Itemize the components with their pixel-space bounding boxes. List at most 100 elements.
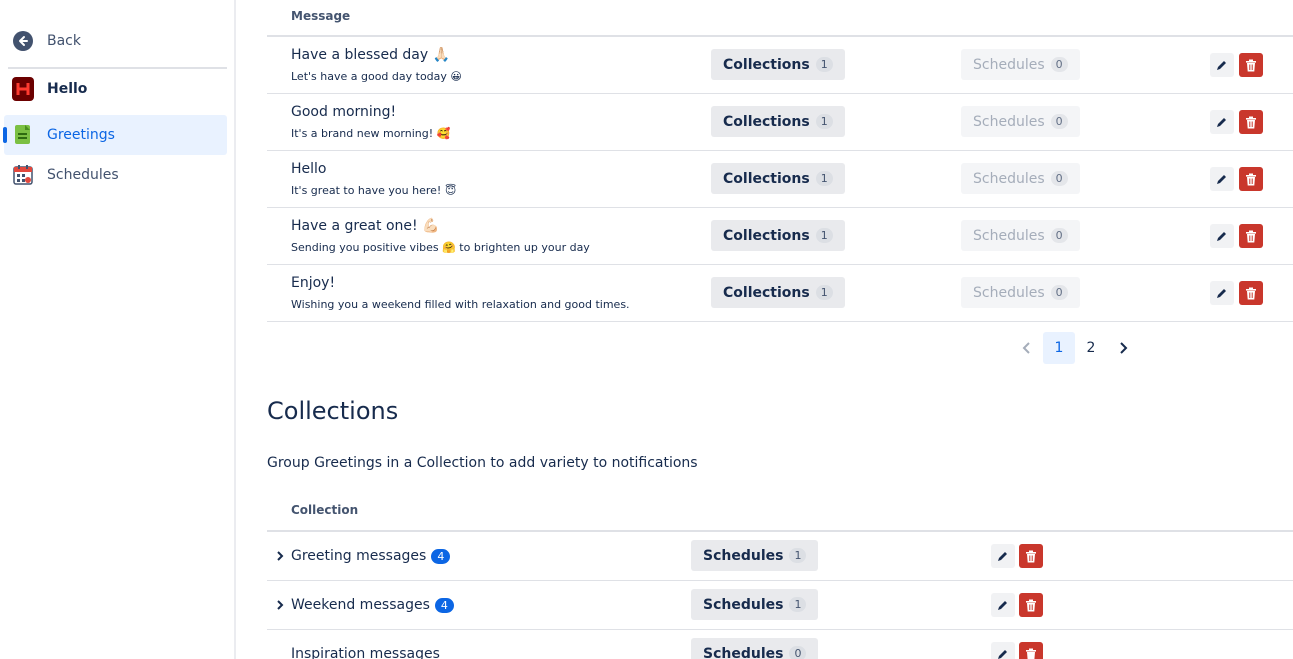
schedules-button: Schedules 0: [961, 106, 1080, 137]
next-page-button[interactable]: [1107, 332, 1139, 364]
pencil-icon: [1217, 232, 1226, 241]
collections-label: Collections: [723, 170, 810, 187]
table-row: Good morning! It's a brand new morning! …: [267, 94, 1293, 151]
pencil-icon: [1217, 175, 1226, 184]
schedules-count: 1: [789, 548, 807, 563]
schedules-button[interactable]: Schedules 0: [691, 638, 819, 659]
page-2-button[interactable]: 2: [1075, 332, 1107, 364]
greeting-title: Have a blessed day 🙏🏻: [291, 47, 451, 63]
app-logo-icon: [12, 77, 34, 101]
chevron-right-icon: [1120, 342, 1128, 354]
app-name: Hello: [47, 81, 88, 97]
collection-name: Inspiration messages: [291, 646, 440, 659]
collections-count: 1: [815, 171, 833, 186]
column-header-message: Message: [291, 9, 351, 23]
edit-button[interactable]: [1210, 53, 1234, 77]
delete-button[interactable]: [1019, 593, 1043, 617]
collections-button[interactable]: Collections 1: [711, 277, 845, 308]
delete-button[interactable]: [1239, 224, 1263, 248]
trash-icon: [1246, 230, 1256, 242]
delete-button[interactable]: [1019, 544, 1043, 568]
collections-button[interactable]: Collections 1: [711, 220, 845, 251]
greeting-count-badge: 4: [434, 597, 454, 613]
schedules-button[interactable]: Schedules 1: [691, 540, 819, 571]
schedules-count: 0: [1050, 228, 1068, 243]
schedules-button[interactable]: Schedules 1: [691, 589, 819, 620]
sidebar-item-schedules[interactable]: Schedules: [0, 155, 227, 195]
collection-name-text: Weekend messages: [291, 597, 430, 613]
row-divider: [267, 321, 1293, 322]
pencil-icon: [1217, 61, 1226, 70]
delete-button[interactable]: [1239, 110, 1263, 134]
calendar-icon: [12, 164, 34, 186]
main-content: Message Have a blessed day 🙏🏻 Let's have…: [267, 0, 1293, 659]
greeting-subtitle: Wishing you a weekend filled with relaxa…: [291, 298, 630, 311]
collections-label: Collections: [723, 227, 810, 244]
collections-label: Collections: [723, 284, 810, 301]
pencil-icon: [1217, 118, 1226, 127]
back-arrow-icon: [12, 30, 34, 52]
delete-button[interactable]: [1019, 642, 1043, 659]
collections-button[interactable]: Collections 1: [711, 106, 845, 137]
schedules-label: Schedules: [703, 596, 784, 613]
pencil-icon: [998, 601, 1007, 610]
greeting-subtitle: Let's have a good day today 😀: [291, 70, 462, 83]
schedules-count: 0: [1050, 114, 1068, 129]
schedules-label: Schedules: [973, 56, 1045, 73]
table-row: Greeting messages 4 Schedules 1: [267, 532, 1293, 581]
greeting-title: Enjoy!: [291, 275, 336, 291]
schedules-button: Schedules 0: [961, 49, 1080, 80]
schedules-label: Schedules: [973, 227, 1045, 244]
greeting-title: Have a great one! 💪🏻: [291, 218, 440, 234]
collections-count: 1: [815, 114, 833, 129]
chevron-right-icon[interactable]: [275, 599, 285, 611]
collections-count: 1: [815, 228, 833, 243]
pencil-icon: [998, 650, 1007, 659]
edit-button[interactable]: [991, 544, 1015, 568]
delete-button[interactable]: [1239, 53, 1263, 77]
schedules-count: 0: [1050, 57, 1068, 72]
sidebar-item-greetings[interactable]: Greetings: [3, 115, 227, 155]
sidebar-item-label: Schedules: [47, 167, 119, 183]
trash-icon: [1026, 648, 1036, 659]
chevron-left-icon: [1022, 342, 1030, 354]
delete-button[interactable]: [1239, 167, 1263, 191]
trash-icon: [1246, 287, 1256, 299]
sidebar: Back Hello Greetings Schedules: [0, 0, 235, 659]
collections-heading: Collections: [267, 397, 399, 425]
sidebar-border: [234, 0, 236, 659]
back-button[interactable]: Back: [0, 21, 227, 61]
collections-label: Collections: [723, 56, 810, 73]
collection-name: Greeting messages 4: [291, 548, 451, 564]
collections-button[interactable]: Collections 1: [711, 49, 845, 80]
schedules-count: 0: [1050, 285, 1068, 300]
back-label: Back: [47, 33, 81, 49]
schedules-button: Schedules 0: [961, 220, 1080, 251]
schedules-label: Schedules: [973, 170, 1045, 187]
sidebar-item-label: Greetings: [47, 127, 115, 143]
edit-button[interactable]: [991, 642, 1015, 659]
edit-button[interactable]: [1210, 110, 1234, 134]
edit-button[interactable]: [1210, 167, 1234, 191]
table-row: Inspiration messages Schedules 0: [267, 630, 1293, 659]
edit-button[interactable]: [1210, 224, 1234, 248]
previous-page-button[interactable]: [1011, 332, 1043, 364]
trash-icon: [1246, 116, 1256, 128]
delete-button[interactable]: [1239, 281, 1263, 305]
pencil-icon: [998, 552, 1007, 561]
collection-name-text: Inspiration messages: [291, 646, 440, 659]
collections-button[interactable]: Collections 1: [711, 163, 845, 194]
greeting-title: Hello: [291, 161, 327, 177]
column-header-collection: Collection: [291, 503, 359, 517]
table-row: Have a great one! 💪🏻 Sending you positiv…: [267, 208, 1293, 265]
chevron-right-icon[interactable]: [275, 550, 285, 562]
edit-button[interactable]: [1210, 281, 1234, 305]
page-1-button[interactable]: 1: [1043, 332, 1075, 364]
schedules-count: 0: [1050, 171, 1068, 186]
schedules-label: Schedules: [703, 547, 784, 564]
greeting-title: Good morning!: [291, 104, 397, 120]
pencil-icon: [1217, 289, 1226, 298]
edit-button[interactable]: [991, 593, 1015, 617]
collection-name-text: Greeting messages: [291, 548, 427, 564]
trash-icon: [1026, 599, 1036, 611]
